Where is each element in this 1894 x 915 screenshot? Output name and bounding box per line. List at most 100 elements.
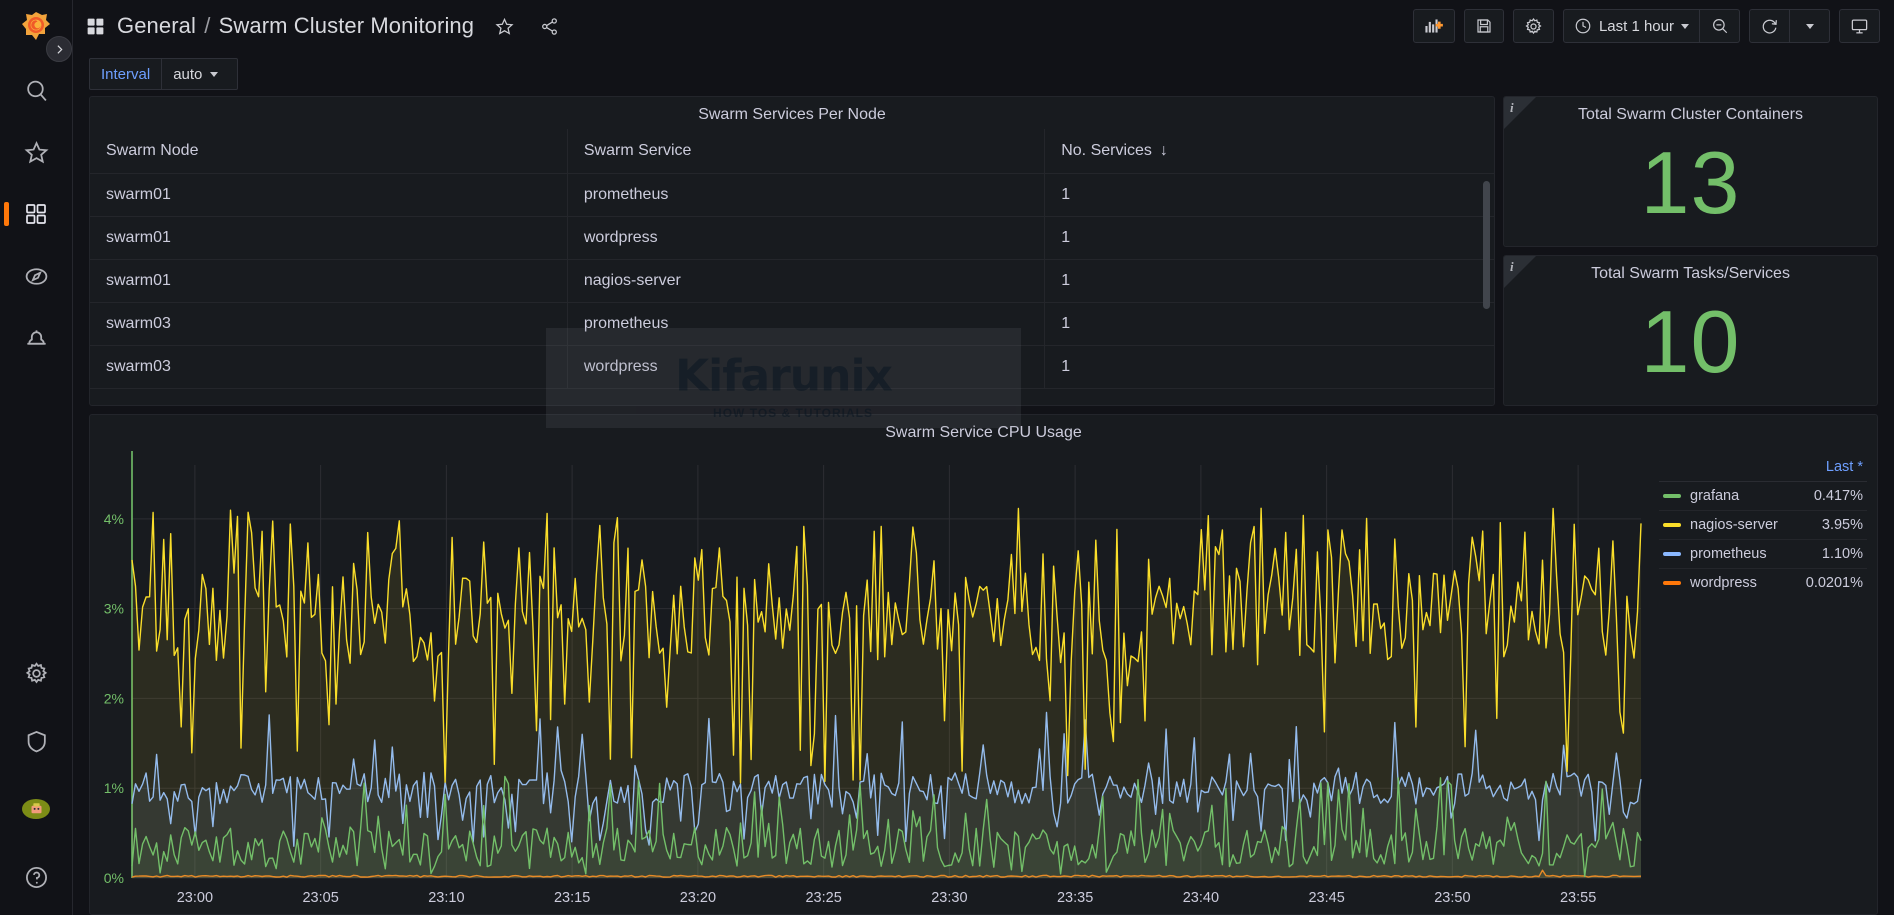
cell-swarm-node: swarm03: [90, 303, 567, 346]
svg-text:3%: 3%: [104, 601, 124, 617]
cell-swarm-node: swarm01: [90, 174, 567, 217]
cell-swarm-service: wordpress: [567, 346, 1044, 389]
compass-icon: [24, 264, 49, 289]
mark-favorite-button[interactable]: [489, 11, 519, 41]
time-range-picker[interactable]: Last 1 hour: [1563, 9, 1700, 43]
chevron-down-icon: [1806, 24, 1814, 29]
zoom-out-icon: [1711, 17, 1729, 35]
svg-text:23:10: 23:10: [428, 890, 464, 906]
sidebar-item-configuration[interactable]: [13, 653, 59, 693]
stat-value: 10: [1504, 288, 1877, 405]
cell-no-services: 1: [1045, 303, 1494, 346]
legend-color-swatch: [1663, 552, 1681, 556]
breadcrumb-folder[interactable]: General: [117, 13, 196, 38]
sort-desc-icon: ↓: [1160, 142, 1168, 159]
dashboard-panels: Swarm Services Per Node Swarm Node Swarm…: [73, 96, 1894, 915]
share-icon: [540, 17, 559, 36]
legend-series-name: nagios-server: [1690, 517, 1778, 533]
table-scrollbar[interactable]: [1483, 181, 1490, 309]
refresh-group: [1749, 9, 1830, 43]
graph-body: 0%1%2%3%4%23:0023:0523:1023:1523:2023:25…: [90, 447, 1877, 914]
tv-icon: [1850, 17, 1869, 36]
sidebar-item-dashboards[interactable]: [13, 194, 59, 234]
expand-sidebar-button[interactable]: [46, 36, 72, 62]
sidebar-item-help[interactable]: [13, 857, 59, 897]
panel-info-corner: [1504, 97, 1536, 129]
panel-info-icon[interactable]: i: [1510, 259, 1514, 275]
svg-text:23:50: 23:50: [1434, 890, 1470, 906]
legend-item-prometheus[interactable]: prometheus1.10%: [1659, 540, 1867, 569]
legend-series-name: wordpress: [1690, 575, 1757, 591]
dashboard-settings-button[interactable]: [1513, 9, 1554, 43]
sidebar-item-user-profile[interactable]: [13, 789, 59, 829]
column-header-swarm-service[interactable]: Swarm Service: [567, 129, 1044, 174]
table-row: swarm01prometheus1: [90, 174, 1494, 217]
legend-series-name: prometheus: [1690, 546, 1767, 562]
svg-text:23:20: 23:20: [680, 890, 716, 906]
column-header-swarm-node[interactable]: Swarm Node: [90, 129, 567, 174]
stat-panels-column: i Total Swarm Cluster Containers 13 i To…: [1503, 96, 1878, 406]
sidebar-item-server-admin[interactable]: [13, 721, 59, 761]
column-header-no-services[interactable]: No. Services ↓: [1045, 129, 1494, 174]
sidebar-item-starred[interactable]: [13, 132, 59, 172]
legend-item-wordpress[interactable]: wordpress0.0201%: [1659, 569, 1867, 597]
svg-text:23:45: 23:45: [1308, 890, 1344, 906]
legend-item-grafana[interactable]: grafana0.417%: [1659, 482, 1867, 511]
breadcrumb-text: General / Swarm Cluster Monitoring: [117, 13, 474, 39]
share-dashboard-button[interactable]: [534, 11, 564, 41]
question-circle-icon: [24, 865, 49, 890]
cpu-usage-chart: 0%1%2%3%4%23:0023:0523:1023:1523:2023:25…: [90, 447, 1653, 914]
gear-icon: [1524, 17, 1543, 36]
panel-title: Total Swarm Cluster Containers: [1504, 97, 1877, 129]
sidebar-item-search[interactable]: [13, 70, 59, 110]
zoom-out-time-button[interactable]: [1700, 9, 1740, 43]
star-icon: [495, 17, 514, 36]
avatar-icon: [22, 799, 50, 819]
legend-header[interactable]: Last *: [1659, 455, 1867, 482]
legend-series-name: grafana: [1690, 488, 1739, 504]
table-row: swarm01wordpress1: [90, 217, 1494, 260]
legend-item-nagios-server[interactable]: nagios-server 3.95%: [1659, 511, 1867, 540]
table-header: Swarm Node Swarm Service No. Services ↓: [90, 129, 1494, 174]
sidebar: [0, 0, 73, 915]
plot-area[interactable]: 0%1%2%3%4%23:0023:0523:1023:1523:2023:25…: [90, 447, 1653, 914]
graph-legend: Last * grafana0.417% nagios-server 3.95% pr…: [1653, 447, 1877, 914]
chevron-down-icon: [210, 72, 218, 77]
sidebar-item-explore[interactable]: [13, 256, 59, 296]
add-panel-icon: [1424, 17, 1444, 35]
legend-rows: grafana0.417% nagios-server 3.95% prometheu…: [1659, 482, 1867, 597]
sidebar-nav-bottom: [0, 653, 72, 897]
variables-row: Interval auto: [73, 52, 1894, 96]
panel-row-top: Swarm Services Per Node Swarm Node Swarm…: [89, 96, 1878, 406]
cell-swarm-node: swarm03: [90, 346, 567, 389]
panel-swarm-service-cpu-usage: Swarm Service CPU Usage 0%1%2%3%4%23:002…: [89, 414, 1878, 915]
add-panel-button[interactable]: [1413, 9, 1455, 43]
save-dashboard-button[interactable]: [1464, 9, 1504, 43]
cell-swarm-service: nagios-server: [567, 260, 1044, 303]
cell-swarm-service: prometheus: [567, 174, 1044, 217]
table-row: swarm03prometheus1: [90, 303, 1494, 346]
svg-text:23:05: 23:05: [302, 890, 338, 906]
refresh-icon: [1760, 17, 1779, 36]
table-header-row: Swarm Node Swarm Service No. Services ↓: [90, 129, 1494, 174]
legend-last-value: 3.95%: [1822, 517, 1863, 533]
table-body: swarm01prometheus1swarm01wordpress1swarm…: [90, 174, 1494, 389]
kiosk-mode-button[interactable]: [1839, 9, 1880, 43]
refresh-interval-dropdown[interactable]: [1790, 9, 1830, 43]
refresh-dashboard-button[interactable]: [1749, 9, 1790, 43]
cell-swarm-node: swarm01: [90, 260, 567, 303]
variable-interval-select[interactable]: auto: [162, 58, 238, 90]
sidebar-item-alerting[interactable]: [13, 318, 59, 358]
time-range-label: Last 1 hour: [1599, 18, 1674, 35]
cell-no-services: 1: [1045, 346, 1494, 389]
variable-interval-label: Interval: [89, 58, 162, 90]
table-row: swarm03wordpress1: [90, 346, 1494, 389]
breadcrumb-separator: /: [204, 13, 210, 38]
topbar: General / Swarm Cluster Monitoring: [73, 0, 1894, 52]
svg-text:23:35: 23:35: [1057, 890, 1093, 906]
cell-no-services: 1: [1045, 260, 1494, 303]
column-header-label: No. Services: [1061, 142, 1152, 159]
time-picker-group: Last 1 hour: [1563, 9, 1740, 43]
avatar-glyph-icon: [28, 802, 45, 817]
panel-info-icon[interactable]: i: [1510, 100, 1514, 116]
